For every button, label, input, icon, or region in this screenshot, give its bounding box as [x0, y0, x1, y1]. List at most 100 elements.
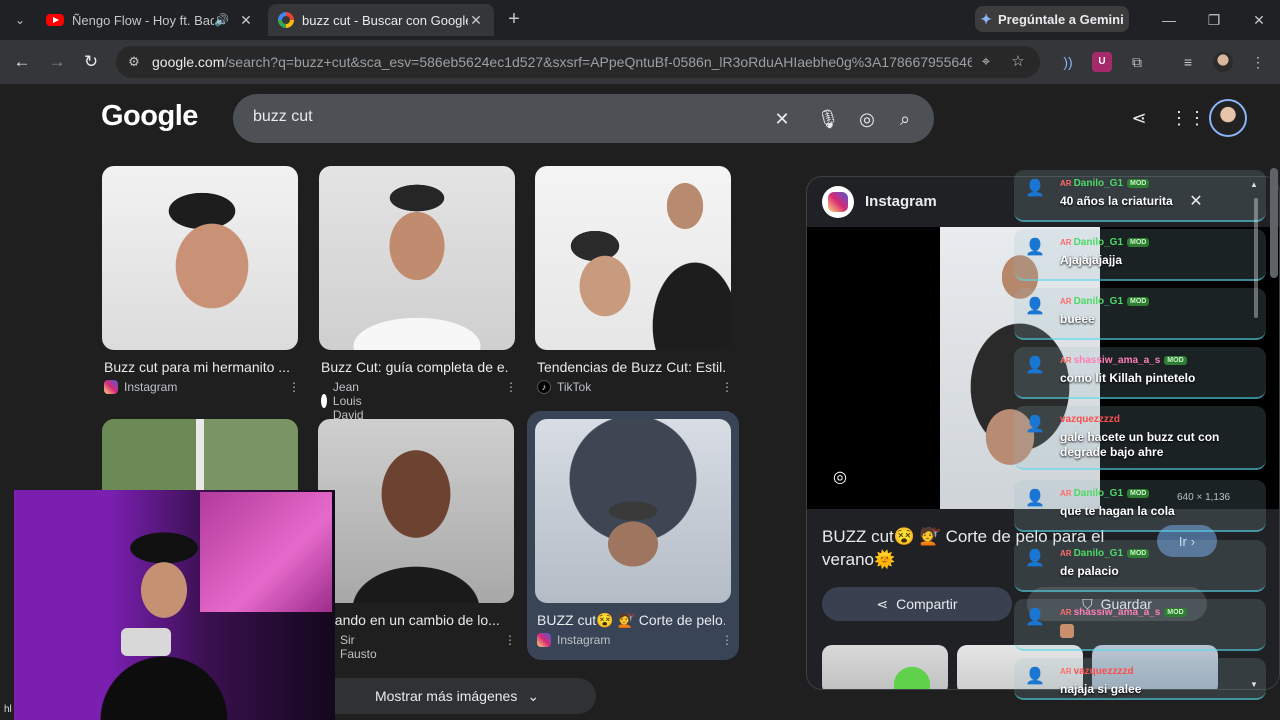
result-source[interactable]: Instagram	[104, 380, 177, 394]
location-icon[interactable]: ⌖	[976, 52, 996, 72]
page-scrollbar[interactable]	[1270, 168, 1278, 278]
share-label: Compartir	[896, 596, 958, 612]
user-avatar-icon: 👤	[1025, 357, 1045, 374]
tab-youtube[interactable]: Ñengo Flow - Hoy ft. Bad B 🔊 ✕	[36, 4, 264, 36]
chat-user: AR Danilo_G1 MOD	[1060, 237, 1150, 248]
close-icon[interactable]: ✕	[1186, 192, 1206, 212]
result-thumbnail[interactable]	[319, 166, 515, 350]
instagram-icon	[822, 186, 854, 218]
youtube-icon	[46, 14, 64, 26]
result-source-name: Instagram	[557, 633, 611, 647]
new-tab-button[interactable]: +	[502, 8, 526, 32]
bookmark-star-icon[interactable]: ☆	[1008, 52, 1028, 72]
panel-site-name[interactable]: Instagram	[865, 193, 937, 210]
chat-text	[1060, 623, 1256, 638]
chat-text: de palacio	[1060, 564, 1119, 578]
chat-user: AR Danilo_G1 MOD	[1060, 296, 1150, 307]
result-caption[interactable]: Tendencias de Buzz Cut: Estil...	[537, 359, 725, 375]
more-options-icon[interactable]: ⋮	[721, 380, 733, 394]
apps-grid-icon[interactable]: ⋮⋮	[1170, 106, 1206, 130]
result-caption[interactable]: Buzz cut para mi hermanito ...	[104, 359, 292, 375]
google-logo[interactable]: Google	[101, 100, 198, 133]
scroll-down-icon[interactable]: ▼	[1250, 680, 1258, 689]
more-options-icon[interactable]: ⋮	[288, 380, 300, 394]
chat-text: Ajajajajajja	[1060, 253, 1123, 267]
tab-title: buzz cut - Buscar con Google	[302, 12, 468, 28]
tab-google-search[interactable]: buzz cut - Buscar con Google ✕	[268, 4, 494, 36]
extensions-puzzle-icon[interactable]: ⧉	[1127, 52, 1147, 72]
media-queue-icon[interactable]: ≡	[1178, 52, 1198, 72]
chat-user: AR shassiw_ama_a_s MOD	[1060, 607, 1187, 618]
chat-message: 👤 AR Danilo_G1 MOD que te hagan la cola	[1014, 480, 1266, 532]
gemini-label: Pregúntale a Gemini	[998, 11, 1124, 27]
user-avatar-icon: 👤	[1025, 609, 1045, 626]
lens-icon[interactable]: ◎	[829, 467, 851, 489]
tab-search-chevron-icon[interactable]: ⌄	[8, 8, 32, 32]
address-bar[interactable]: ⚙ google.com/search?q=buzz+cut&sca_esv=5…	[116, 46, 1040, 78]
media-icon[interactable]: ))	[1058, 52, 1078, 72]
chat-scrollbar[interactable]: ▲ ▼	[1250, 180, 1260, 690]
chat-text: najaja si galee	[1060, 682, 1142, 696]
stream-chat-overlay: 👤 AR Danilo_G1 MOD 40 años la criaturita 👤…	[1014, 170, 1266, 700]
search-input[interactable]: buzz cut	[253, 108, 313, 126]
show-more-images-button[interactable]: Mostrar más imágenes ⌄	[318, 678, 596, 714]
menu-kebab-icon[interactable]: ⋮	[1248, 52, 1268, 72]
account-avatar[interactable]	[1209, 99, 1247, 137]
lens-icon[interactable]: ◎	[855, 107, 879, 131]
gemini-button[interactable]: ✦ Pregúntale a Gemini	[975, 6, 1129, 32]
result-caption[interactable]: nsando en un cambio de lo...	[320, 612, 508, 628]
result-caption[interactable]: Buzz Cut: guía completa de e...	[321, 359, 509, 375]
chat-user: AR Danilo_G1 MOD	[1060, 548, 1150, 559]
url-text[interactable]: google.com/search?q=buzz+cut&sca_esv=586…	[152, 54, 972, 70]
more-options-icon[interactable]: ⋮	[721, 633, 733, 647]
result-thumbnail[interactable]	[318, 419, 514, 603]
result-source[interactable]: Instagram	[537, 633, 610, 647]
chevron-down-icon: ⌄	[527, 687, 540, 704]
clear-icon[interactable]: ✕	[770, 107, 794, 131]
result-source[interactable]: Jean Louis David	[321, 380, 372, 422]
close-window-icon[interactable]: ✕	[1247, 8, 1271, 32]
profile-avatar[interactable]	[1213, 52, 1233, 72]
toolbar: ← → ↻ ⚙ google.com/search?q=buzz+cut&sca…	[0, 40, 1280, 84]
forward-icon[interactable]: →	[45, 50, 69, 74]
result-thumbnail[interactable]	[535, 166, 731, 350]
restore-icon[interactable]: ❐	[1202, 8, 1226, 32]
close-icon[interactable]: ✕	[468, 12, 484, 29]
reload-icon[interactable]: ↻	[79, 50, 103, 74]
share-icon[interactable]: ⋖	[1127, 106, 1151, 130]
scroll-thumb[interactable]	[1254, 198, 1258, 318]
result-thumbnail[interactable]	[102, 166, 298, 350]
microphone	[121, 628, 171, 656]
streamer	[84, 510, 244, 720]
instagram-icon	[104, 380, 118, 394]
result-caption[interactable]: BUZZ cut😵 💇 Corte de pelo...	[537, 612, 725, 629]
chat-text: 40 años la criaturita	[1060, 194, 1173, 208]
chat-text: que te hagan la cola	[1060, 504, 1175, 518]
corner-text: hl	[4, 704, 12, 715]
chat-message: 👤 AR Danilo_G1 MOD de palacio	[1014, 540, 1266, 592]
chat-message: 👤 AR shassiw_ama_a_s MOD como lit Killah p…	[1014, 347, 1266, 399]
search-icon[interactable]: ⌕	[893, 107, 917, 131]
speaker-icon[interactable]: 🔊	[214, 13, 230, 27]
more-options-icon[interactable]: ⋮	[504, 633, 516, 647]
chat-user: AR Danilo_G1 MOD	[1060, 178, 1150, 189]
minimize-icon[interactable]: —	[1157, 8, 1181, 32]
search-box[interactable]: buzz cut ✕ 🎙 ◎ ⌕	[233, 94, 934, 143]
result-source[interactable]: ♪ TikTok	[537, 380, 591, 394]
share-icon: ⋖	[876, 595, 889, 612]
scroll-up-icon[interactable]: ▲	[1250, 180, 1258, 189]
result-source[interactable]: Sir Fausto	[340, 633, 377, 661]
ublock-shield-icon[interactable]: U	[1092, 52, 1112, 72]
instagram-icon	[537, 633, 551, 647]
result-thumbnail[interactable]	[535, 419, 731, 603]
microphone-icon[interactable]: 🎙	[816, 107, 840, 131]
more-options-icon[interactable]: ⋮	[505, 380, 517, 394]
site-info-icon[interactable]: ⚙	[124, 52, 144, 72]
user-avatar-icon: 👤	[1025, 180, 1045, 197]
share-button[interactable]: ⋖ Compartir	[822, 587, 1012, 621]
related-image[interactable]	[822, 645, 948, 689]
close-icon[interactable]: ✕	[238, 12, 254, 29]
chat-user: AR shassiw_ama_a_s MOD	[1060, 355, 1187, 366]
back-icon[interactable]: ←	[10, 50, 34, 74]
chat-user: AR vazquezzzzd	[1060, 666, 1134, 677]
